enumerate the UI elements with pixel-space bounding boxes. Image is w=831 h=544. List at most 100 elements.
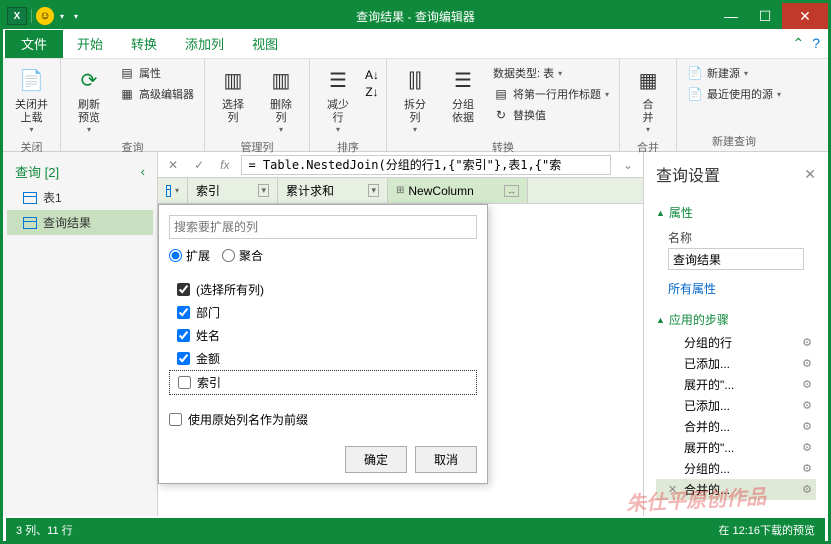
formula-cancel-icon[interactable]: ✕ <box>164 158 182 172</box>
delete-step-icon[interactable]: ✕ <box>668 483 677 496</box>
column-header-0[interactable]: 索引▾ <box>188 178 278 203</box>
radio-aggregate[interactable]: 聚合 <box>222 247 263 264</box>
close-settings-icon[interactable]: ✕ <box>804 166 816 183</box>
groupby-icon: ☰ <box>447 65 479 97</box>
formula-input[interactable] <box>241 155 610 175</box>
properties-button[interactable]: ▤属性 <box>115 63 198 83</box>
refresh-icon: ⟳ <box>73 65 105 97</box>
steps-section[interactable]: ▲应用的步骤 <box>656 307 816 332</box>
sort-desc-icon[interactable]: Z↓ <box>364 84 380 100</box>
close-load-icon: 📄 <box>16 65 48 97</box>
select-columns-button[interactable]: ▥选择 列 <box>211 63 255 127</box>
expand-search-input[interactable] <box>169 215 477 239</box>
tab-file[interactable]: 文件 <box>5 30 63 58</box>
gear-icon[interactable]: ⚙ <box>802 336 812 349</box>
row-index-header[interactable]: ▾ <box>158 178 188 203</box>
name-label: 名称 <box>656 225 816 248</box>
datatype-button[interactable]: 数据类型: 表 ▾ <box>489 63 613 83</box>
status-right: 在 12:16下载的预览 <box>718 522 815 538</box>
collapse-sidebar-icon[interactable]: ‹ <box>141 164 145 179</box>
check-col-3[interactable]: 索引 <box>169 370 477 395</box>
gear-icon[interactable]: ⚙ <box>802 462 812 475</box>
sidebar-item-queryresult[interactable]: 查询结果 <box>7 210 153 235</box>
excel-icon: X <box>7 7 27 25</box>
replace-button[interactable]: ↻替换值 <box>489 105 613 125</box>
props-section[interactable]: ▲属性 <box>656 200 816 225</box>
settings-title: 查询设置✕ <box>656 162 816 186</box>
delete-col-icon: ▥ <box>265 65 297 97</box>
merge-icon: ▦ <box>632 65 664 97</box>
qat-separator <box>31 9 32 23</box>
tab-view[interactable]: 视图 <box>238 30 292 58</box>
gear-icon[interactable]: ⚙ <box>802 357 812 370</box>
help-icon[interactable]: ? <box>812 35 820 52</box>
step-item[interactable]: 展开的"...⚙ <box>656 437 816 458</box>
ok-button[interactable]: 确定 <box>345 446 407 473</box>
column-header-2[interactable]: ⊞NewColumn↔ <box>388 178 528 203</box>
step-item[interactable]: 展开的"...⚙ <box>656 374 816 395</box>
refresh-button[interactable]: ⟳刷新 预览▾ <box>67 63 111 137</box>
firstrow-icon: ▤ <box>493 86 509 102</box>
table-icon <box>166 185 171 197</box>
replace-icon: ↻ <box>493 107 509 123</box>
sort-asc-icon[interactable]: A↓ <box>364 67 380 83</box>
step-item[interactable]: 分组的行⚙ <box>656 332 816 353</box>
formula-expand-icon[interactable]: ⌄ <box>619 158 637 172</box>
cancel-button[interactable]: 取消 <box>415 446 477 473</box>
gear-icon[interactable]: ⚙ <box>802 399 812 412</box>
smiley-icon[interactable]: ☺ <box>36 7 54 25</box>
step-item[interactable]: 分组的...⚙ <box>656 458 816 479</box>
formula-fx-icon[interactable]: fx <box>216 158 233 172</box>
tab-transform[interactable]: 转换 <box>117 30 171 58</box>
qat-dropdown[interactable]: ▾ <box>56 12 68 21</box>
merge-button[interactable]: ▦合 并▾ <box>626 63 670 137</box>
table-icon <box>23 192 37 204</box>
select-col-icon: ▥ <box>217 65 249 97</box>
filter-icon[interactable]: ▾ <box>258 184 269 197</box>
recent-icon: 📄 <box>687 86 703 102</box>
column-header-1[interactable]: 累计求和▾ <box>278 178 388 203</box>
gear-icon[interactable]: ⚙ <box>802 483 812 496</box>
newsource-button[interactable]: 📄新建源 ▾ <box>683 63 785 83</box>
queries-header: 查询 [2]‹ <box>7 158 153 185</box>
close-button[interactable]: ✕ <box>782 3 828 29</box>
all-props-link[interactable]: 所有属性 <box>656 276 816 307</box>
sidebar-item-table1[interactable]: 表1 <box>7 185 153 210</box>
tab-addcolumn[interactable]: 添加列 <box>171 30 238 58</box>
reduce-rows-button[interactable]: ☰减少 行▾ <box>316 63 360 137</box>
ribbon-collapse-icon[interactable]: ⌃ <box>792 35 804 52</box>
step-item[interactable]: 已添加...⚙ <box>656 353 816 374</box>
reduce-rows-icon: ☰ <box>322 65 354 97</box>
gear-icon[interactable]: ⚙ <box>802 441 812 454</box>
window-title: 查询结果 - 查询编辑器 <box>356 8 475 25</box>
step-item[interactable]: 合并的...⚙ <box>656 416 816 437</box>
formula-accept-icon[interactable]: ✓ <box>190 158 208 172</box>
step-item[interactable]: ✕合并的...⚙ <box>656 479 816 500</box>
close-load-button[interactable]: 📄关闭并 上载▾ <box>9 63 54 137</box>
tab-home[interactable]: 开始 <box>63 30 117 58</box>
firstrow-button[interactable]: ▤将第一行用作标题 ▾ <box>489 84 613 104</box>
gear-icon[interactable]: ⚙ <box>802 420 812 433</box>
split-column-button[interactable]: ⫿⫿拆分 列▾ <box>393 63 437 137</box>
check-prefix[interactable]: 使用原始列名作为前缀 <box>169 399 477 436</box>
check-selectall[interactable]: (选择所有列) <box>169 278 477 301</box>
check-col-0[interactable]: 部门 <box>169 301 477 324</box>
filter-icon[interactable]: ▾ <box>368 184 379 197</box>
minimize-button[interactable]: — <box>714 3 748 29</box>
gear-icon[interactable]: ⚙ <box>802 378 812 391</box>
expand-icon[interactable]: ↔ <box>504 185 519 197</box>
radio-expand[interactable]: 扩展 <box>169 247 210 264</box>
recentsource-button[interactable]: 📄最近使用的源 ▾ <box>683 84 785 104</box>
delete-columns-button[interactable]: ▥删除 列▾ <box>259 63 303 137</box>
qat-customize[interactable]: ▾ <box>70 12 82 21</box>
expand-popup: 扩展 聚合 (选择所有列) 部门 姓名 金额 索引 使用原始列名作为前缀 确定 … <box>158 204 488 484</box>
step-item[interactable]: 已添加...⚙ <box>656 395 816 416</box>
properties-icon: ▤ <box>119 65 135 81</box>
maximize-button[interactable]: ☐ <box>748 3 782 29</box>
advanced-editor-button[interactable]: ▦高级编辑器 <box>115 84 198 104</box>
query-name-input[interactable] <box>668 248 804 270</box>
check-col-1[interactable]: 姓名 <box>169 324 477 347</box>
check-col-2[interactable]: 金额 <box>169 347 477 370</box>
groupby-button[interactable]: ☰分组 依据 <box>441 63 485 127</box>
group-newquery-label: 新建查询 <box>683 131 785 149</box>
